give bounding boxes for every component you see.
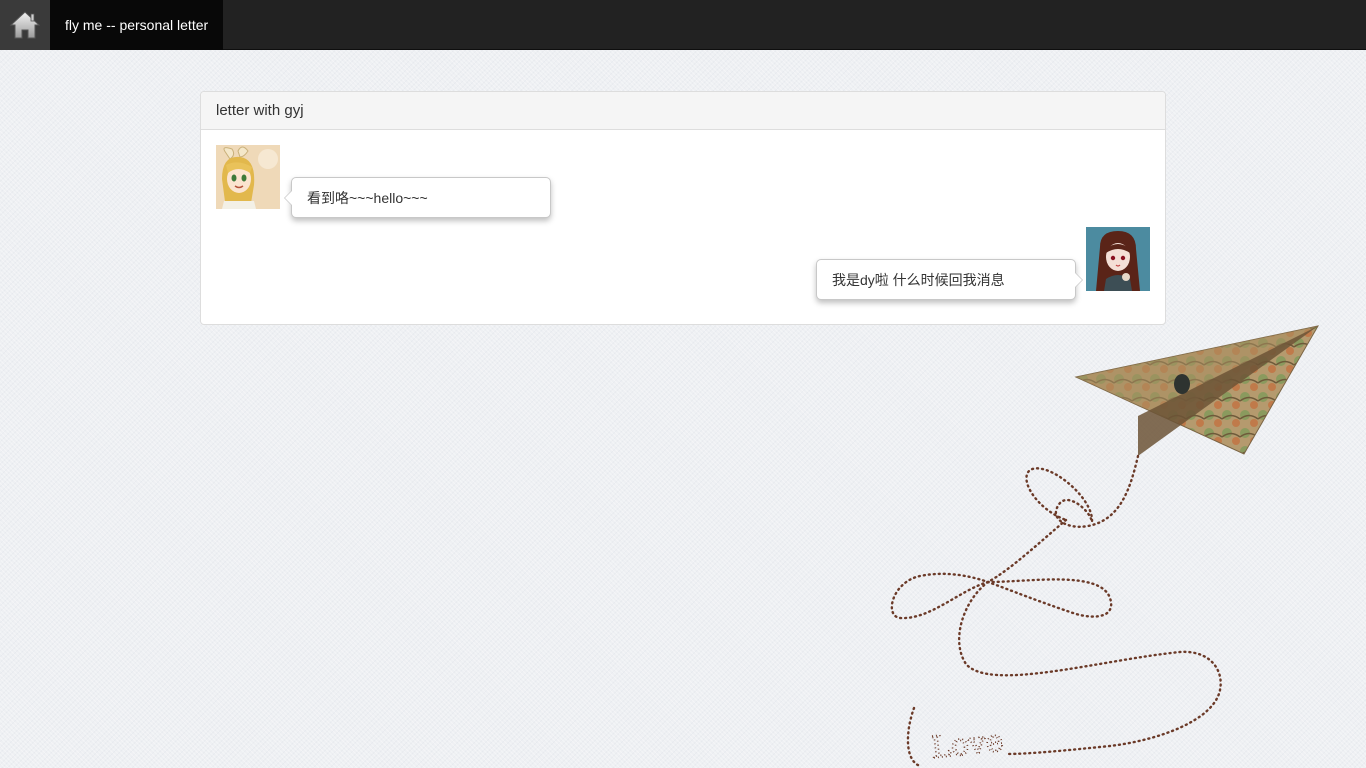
- message-text: 看到咯~~~hello~~~: [307, 189, 428, 206]
- app-brand[interactable]: fly me -- personal letter: [50, 0, 224, 50]
- message-text: 我是dy啦 什么时候回我消息: [832, 271, 1005, 288]
- paper-plane-illustration: Love: [890, 325, 1319, 768]
- paper-plane-icon: [1074, 325, 1319, 456]
- message-bubble-left: 看到咯~~~hello~~~: [284, 177, 551, 218]
- message-bubble-right: 我是dy啦 什么时候回我消息: [816, 259, 1083, 300]
- dotted-trail: [890, 454, 1222, 768]
- home-icon: [9, 11, 41, 39]
- panel-title: letter with gyj: [201, 92, 1165, 130]
- top-navbar: fly me -- personal letter: [0, 0, 1366, 50]
- receiver-avatar: [1086, 227, 1150, 291]
- love-text: Love: [929, 724, 1005, 766]
- letter-panel: letter with gyj 看到咯~~~hello~~~ 我是dy啦 什么时…: [200, 91, 1166, 325]
- sender-avatar: [216, 145, 280, 209]
- home-button[interactable]: [0, 0, 50, 50]
